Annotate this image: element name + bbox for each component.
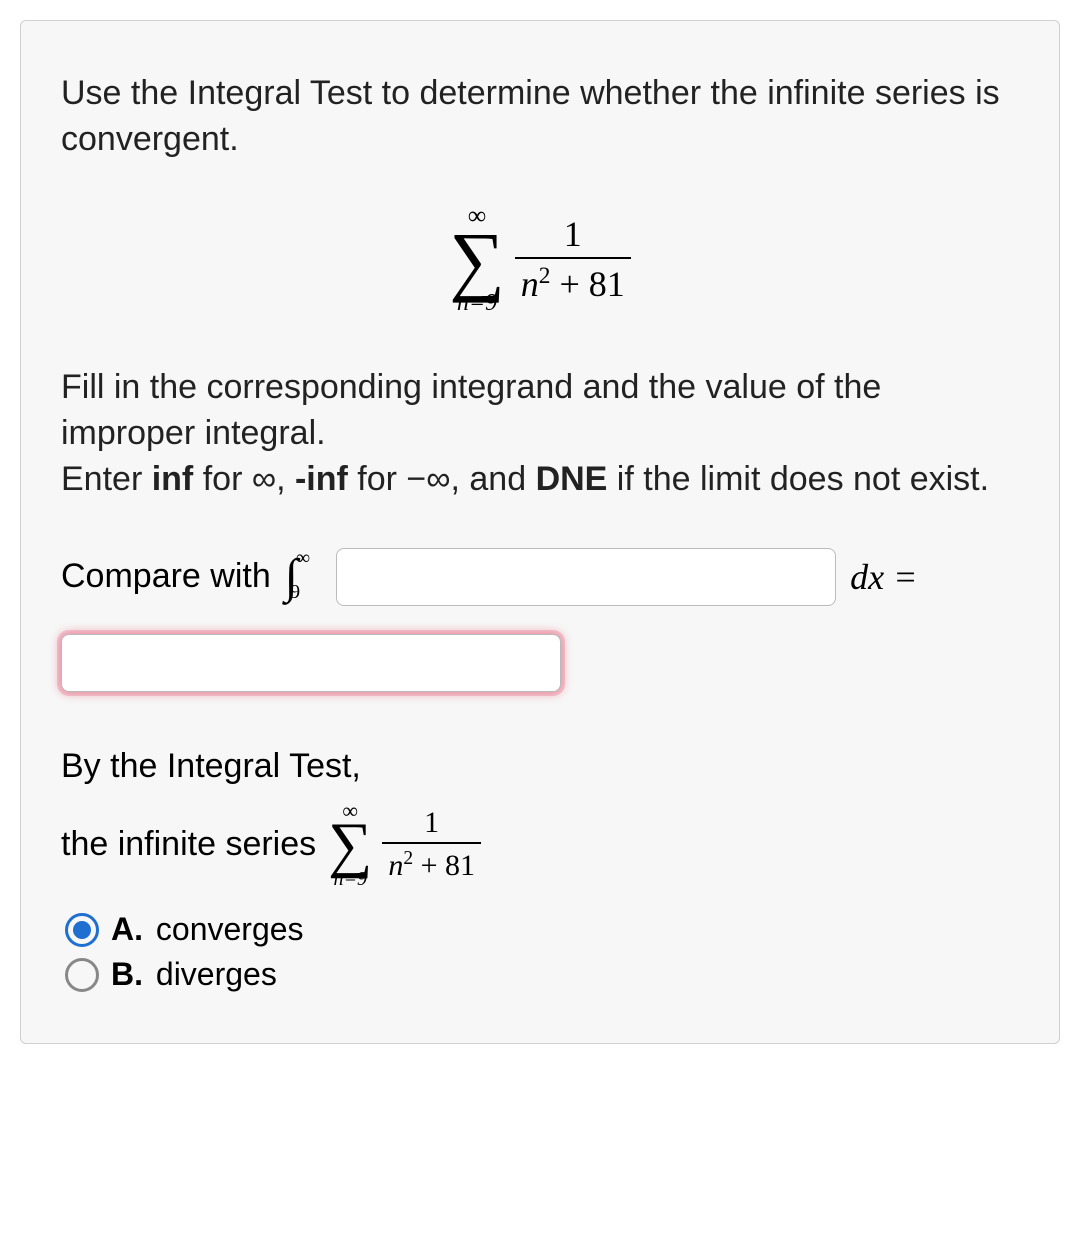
fraction-denominator: n2 + 81 — [515, 257, 631, 305]
conclusion-pre: the infinite series — [61, 825, 316, 864]
sigma-symbol: ∑ — [449, 225, 505, 295]
integrand-input[interactable] — [336, 548, 836, 606]
question-card: Use the Integral Test to determine wheth… — [20, 20, 1060, 1044]
instr-tail: if the limit does not exist. — [607, 460, 989, 498]
instr-for-neg-inf: for −∞, and — [348, 460, 536, 498]
series-fraction: 1 n2 + 81 — [515, 213, 631, 305]
fraction-numerator-small: 1 — [418, 806, 445, 842]
sigma-lower: n=9 — [457, 291, 497, 315]
option-a-text: A. converges — [111, 911, 304, 948]
sigma-lower-small: n=9 — [333, 869, 367, 889]
compare-label: Compare with — [61, 557, 271, 596]
option-b[interactable]: B. diverges — [65, 956, 1019, 993]
neg-inf-keyword: -inf — [295, 460, 348, 498]
radio-a-dot — [73, 921, 91, 939]
option-a[interactable]: A. converges — [65, 911, 1019, 948]
integral-expression: ∫∞9 — [285, 549, 322, 604]
instructions-line1: Fill in the corresponding integrand and … — [61, 368, 881, 452]
radio-group: A. converges B. diverges — [61, 911, 1019, 993]
radio-b-indicator — [65, 958, 99, 992]
sigma-block-small: ∞ ∑ n=9 — [328, 800, 372, 890]
series-fraction-small: 1 n2 + 81 — [382, 806, 481, 883]
instr-pre: Enter — [61, 460, 152, 498]
dne-keyword: DNE — [536, 460, 608, 498]
prompt-text: Use the Integral Test to determine wheth… — [61, 71, 1019, 163]
conclusion-line2: the infinite series ∞ ∑ n=9 1 n2 + 81 — [61, 800, 1019, 890]
instr-for-inf: for ∞, — [193, 460, 295, 498]
instructions-block: Fill in the corresponding integrand and … — [61, 365, 1019, 503]
dx-label: dx = — [850, 556, 917, 598]
sigma-symbol-small: ∑ — [328, 818, 372, 874]
inf-keyword: inf — [152, 460, 194, 498]
integral-value-input[interactable] — [61, 634, 561, 692]
fraction-denominator-small: n2 + 81 — [382, 842, 481, 883]
compare-row: Compare with ∫∞9 dx = — [61, 548, 1019, 692]
radio-a-indicator — [65, 913, 99, 947]
series-display: ∞ ∑ n=9 1 n2 + 81 — [61, 203, 1019, 315]
integral-upper: ∞ — [296, 547, 310, 570]
conclusion-line1: By the Integral Test, — [61, 747, 1019, 786]
option-b-text: B. diverges — [111, 956, 277, 993]
sigma-block: ∞ ∑ n=9 — [449, 203, 505, 315]
fraction-numerator: 1 — [558, 213, 588, 257]
integral-lower: 9 — [290, 581, 300, 604]
